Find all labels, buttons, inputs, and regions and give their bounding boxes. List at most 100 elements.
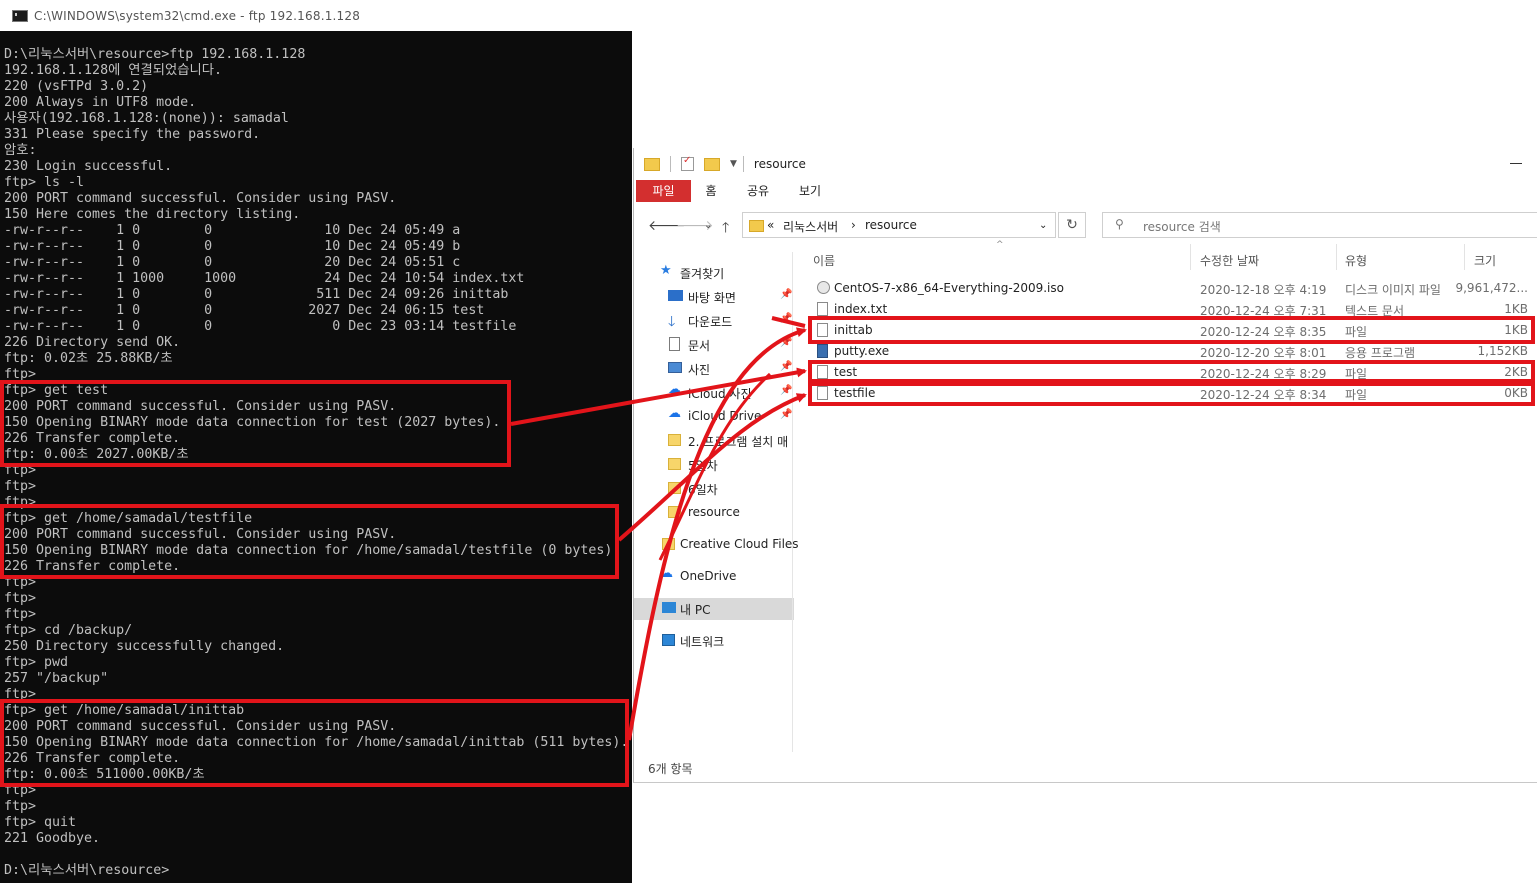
console-line: 220 (vsFTPd 3.0.2) xyxy=(4,79,149,94)
nav-item-desktop[interactable]: 바탕 화면 📌 xyxy=(634,286,794,308)
nav-item-creative-cloud[interactable]: Creative Cloud Files xyxy=(634,534,799,556)
console-line: -rw-r--r-- 1 0 0 2027 Dec 24 06:15 test xyxy=(4,303,485,318)
pin-icon[interactable]: 📌 xyxy=(780,313,792,324)
tab-file[interactable]: 파일 xyxy=(636,180,691,202)
nav-item-resource[interactable]: resource xyxy=(634,502,794,524)
pin-icon[interactable]: 📌 xyxy=(780,337,792,348)
folder-icon xyxy=(668,506,681,518)
console-line: ftp> xyxy=(4,591,37,606)
file-row[interactable]: CentOS-7-x86_64-Everything-2009.iso 2020… xyxy=(808,278,1537,299)
explorer-title-bar[interactable]: ▼ resource xyxy=(634,148,1537,180)
breadcrumb-overflow[interactable]: « xyxy=(767,218,774,232)
nav-item-day5[interactable]: 5일차 xyxy=(634,454,794,476)
up-arrow-icon[interactable]: 🡑 xyxy=(722,217,729,241)
explorer-window: ▼ resource 파일 홈 공유 보기 🡐 🡒 ⌄ 🡑 « 리눅스서버 › … xyxy=(633,148,1537,783)
highlight-test-row xyxy=(808,360,1535,383)
file-name: CentOS-7-x86_64-Everything-2009.iso xyxy=(834,281,1064,295)
divider xyxy=(742,156,744,172)
console-line: 230 Login successful. xyxy=(4,159,173,174)
console-line: -rw-r--r-- 1 0 0 511 Dec 24 09:26 initta… xyxy=(4,287,509,302)
chevron-down-icon[interactable]: ⌄ xyxy=(1039,220,1047,231)
file-size: 9,961,472... xyxy=(1455,281,1528,295)
nav-label: 즐겨찾기 xyxy=(680,267,725,281)
console-line: -rw-r--r-- 1 0 0 10 Dec 24 05:49 b xyxy=(4,239,461,254)
highlight-testfile-row xyxy=(808,382,1535,406)
tab-share[interactable]: 공유 xyxy=(738,180,778,202)
console-line: 192.168.1.128에 연결되었습니다. xyxy=(4,63,222,78)
minimize-button[interactable] xyxy=(1510,163,1522,164)
console-line: ftp> xyxy=(4,479,37,494)
column-name[interactable]: 이름 xyxy=(813,252,835,269)
nav-item-pictures[interactable]: 사진 📌 xyxy=(634,358,794,380)
properties-icon[interactable] xyxy=(681,155,694,171)
nav-label: 문서 xyxy=(688,339,711,353)
star-icon: ★ xyxy=(660,263,672,278)
nav-item-onedrive[interactable]: ☁ OneDrive xyxy=(634,566,794,588)
nav-item-day6[interactable]: 6일차 xyxy=(634,478,794,500)
column-type[interactable]: 유형 xyxy=(1345,252,1367,269)
refresh-button[interactable]: ↻ xyxy=(1058,212,1086,238)
divider xyxy=(1464,244,1465,270)
nav-item-network[interactable]: 네트워크 xyxy=(634,630,794,652)
new-folder-icon[interactable] xyxy=(704,157,720,171)
search-icon: ⚲ xyxy=(1115,217,1124,231)
pin-icon[interactable]: 📌 xyxy=(780,361,792,372)
column-size[interactable]: 크기 xyxy=(1474,252,1496,269)
highlight-get-test xyxy=(0,380,511,467)
column-date[interactable]: 수정한 날짜 xyxy=(1200,252,1259,269)
folder-icon xyxy=(749,220,764,232)
highlight-inittab-row xyxy=(808,316,1535,344)
console-line: ftp> xyxy=(4,799,37,814)
recent-chevron-icon[interactable]: ⌄ xyxy=(704,220,712,231)
search-input[interactable]: ⚲ resource 검색 xyxy=(1102,212,1537,238)
divider xyxy=(670,156,671,172)
nav-label: 6일차 xyxy=(688,483,718,497)
file-row[interactable]: putty.exe 2020-12-20 오후 8:01 응용 프로그램 1,1… xyxy=(808,341,1537,362)
nav-item-downloads[interactable]: 🡓 다운로드 📌 xyxy=(634,310,794,332)
pin-icon[interactable]: 📌 xyxy=(780,385,792,396)
console-icon xyxy=(12,9,28,22)
nav-item-icloud-photos[interactable]: ☁ iCloud 사진 📌 xyxy=(634,382,794,404)
nav-item-documents[interactable]: 문서 📌 xyxy=(634,334,794,356)
folder-icon xyxy=(668,434,681,446)
nav-item-favorites[interactable]: ★ 즐겨찾기 xyxy=(634,262,794,284)
search-placeholder: resource 검색 xyxy=(1143,220,1221,234)
nav-label: OneDrive xyxy=(680,569,737,583)
cmd-title-bar[interactable]: C:\WINDOWS\system32\cmd.exe - ftp 192.16… xyxy=(0,0,632,31)
navigation-pane: ★ 즐겨찾기 바탕 화면 📌 🡓 다운로드 📌 문서 📌 사진 📌 ☁ iClo… xyxy=(634,252,799,752)
ribbon-tabs: 파일 홈 공유 보기 xyxy=(634,180,1537,202)
console-line: 226 Directory send OK. xyxy=(4,335,181,350)
file-name: putty.exe xyxy=(834,344,890,358)
nav-item-program-install[interactable]: 2. 프로그램 설치 매 xyxy=(634,430,794,452)
nav-label: 다운로드 xyxy=(688,315,733,329)
document-icon xyxy=(669,337,680,351)
divider xyxy=(792,252,793,752)
tab-home[interactable]: 홈 xyxy=(696,180,726,202)
file-type: 응용 프로그램 xyxy=(1345,346,1416,360)
pin-icon[interactable]: 📌 xyxy=(780,289,792,300)
nav-item-icloud-drive[interactable]: ☁ iCloud Drive 📌 xyxy=(634,406,794,428)
desktop-icon xyxy=(668,290,683,301)
nav-label: 내 PC xyxy=(680,603,711,617)
folder-icon xyxy=(668,458,681,470)
tab-view[interactable]: 보기 xyxy=(790,180,830,202)
chevron-down-icon[interactable]: ▼ xyxy=(730,159,737,169)
address-bar[interactable]: « 리눅스서버 › resource ⌄ xyxy=(742,212,1056,238)
divider xyxy=(1336,244,1337,270)
nav-label: iCloud 사진 xyxy=(688,387,752,401)
console-line: D:\리눅스서버\resource>ftp 192.168.1.128 xyxy=(4,47,306,62)
file-date: 2020-12-20 오후 8:01 xyxy=(1200,346,1327,360)
breadcrumb-parent[interactable]: 리눅스서버 xyxy=(783,218,838,235)
console-line: ftp> xyxy=(4,607,37,622)
console-line: 200 PORT command successful. Consider us… xyxy=(4,191,397,206)
highlight-get-inittab xyxy=(0,699,629,787)
cloud-icon: ☁ xyxy=(660,566,673,581)
nav-item-this-pc[interactable]: 내 PC xyxy=(634,598,794,620)
breadcrumb-separator: › xyxy=(851,218,856,232)
explorer-title: resource xyxy=(753,157,806,171)
pin-icon[interactable]: 📌 xyxy=(780,409,792,420)
network-icon xyxy=(662,634,675,646)
breadcrumb-current[interactable]: resource xyxy=(865,218,917,232)
app-icon xyxy=(817,344,828,358)
nav-label: Creative Cloud Files xyxy=(680,537,799,551)
